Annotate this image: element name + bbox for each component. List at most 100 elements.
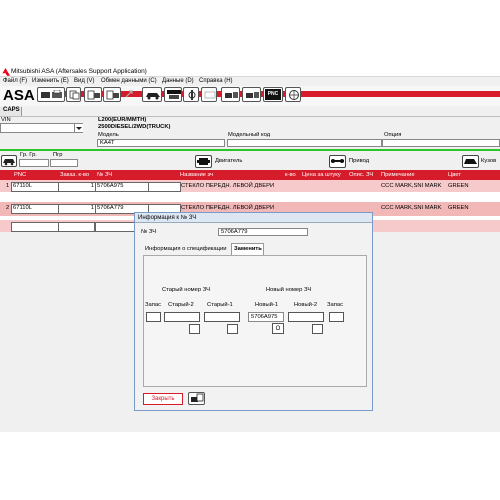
col-price[interactable]: Цена за штуку bbox=[302, 172, 341, 178]
vehicle-button[interactable] bbox=[142, 87, 162, 102]
old2-cell[interactable] bbox=[164, 312, 200, 322]
open-button[interactable] bbox=[37, 87, 65, 102]
pnc-list-icon bbox=[167, 90, 181, 99]
doc-left-button[interactable] bbox=[84, 87, 102, 102]
menu-file[interactable]: Файл (F) bbox=[3, 78, 27, 84]
mitsubishi-logo-icon bbox=[1, 68, 10, 76]
col-description[interactable]: Опис. ЗЧ bbox=[349, 172, 373, 178]
dialog-part-field: 5706A779 bbox=[218, 228, 308, 236]
col-order-qty[interactable]: Заказ. к-во bbox=[60, 172, 89, 178]
color: GREEN bbox=[448, 183, 469, 189]
stock-right-cell[interactable] bbox=[329, 312, 344, 322]
new1-detail-button[interactable]: O bbox=[272, 323, 284, 334]
model-code-field[interactable] bbox=[227, 139, 382, 147]
replace-panel: Старый номер ЗЧ Новый номер ЗЧ Запас Ста… bbox=[143, 255, 367, 387]
row-number: 1 bbox=[6, 183, 10, 189]
menu-bar: Файл (F) Изменить (E) Вид (V) Обмен данн… bbox=[0, 77, 500, 86]
doc-right-button[interactable] bbox=[103, 87, 121, 102]
vin-select[interactable] bbox=[0, 123, 83, 133]
pnc-button[interactable]: PNC bbox=[263, 87, 283, 102]
title-bar: Mitsubishi ASA (Aftersales Support Appli… bbox=[0, 67, 500, 77]
tools-button[interactable] bbox=[183, 87, 199, 102]
drive-button[interactable] bbox=[329, 155, 346, 168]
export-button[interactable] bbox=[242, 87, 261, 102]
col-part-no[interactable]: № ЗЧ bbox=[97, 172, 112, 178]
dialog-print-button[interactable] bbox=[188, 392, 205, 405]
document-icon bbox=[106, 90, 119, 100]
model-code-label: Модельный код bbox=[228, 132, 271, 138]
vehicle-group-button[interactable] bbox=[1, 155, 17, 167]
tab-spec-info[interactable]: Информация о спецификации bbox=[143, 244, 231, 255]
col-part-name[interactable]: Название зч bbox=[180, 172, 213, 178]
tools-icon bbox=[188, 90, 196, 100]
col-qty[interactable]: к-во bbox=[285, 172, 296, 178]
old-number-header: Старый номер ЗЧ bbox=[162, 287, 210, 293]
export-icon bbox=[246, 92, 259, 98]
folder-print-icon bbox=[41, 90, 62, 98]
globe-icon bbox=[289, 90, 299, 100]
print-button[interactable] bbox=[221, 87, 240, 102]
grid-icon bbox=[204, 91, 216, 99]
axle-icon bbox=[331, 159, 344, 163]
order-qty-cell[interactable] bbox=[58, 222, 95, 232]
model-field[interactable]: KA4T bbox=[97, 139, 225, 147]
empty-cell[interactable] bbox=[148, 182, 181, 192]
order-qty-cell[interactable]: 1 bbox=[58, 182, 97, 192]
new-number-header: Новый номер ЗЧ bbox=[266, 287, 312, 293]
print-icon bbox=[191, 393, 204, 402]
tab-replace[interactable]: Заменить bbox=[231, 243, 264, 255]
subgroup-field[interactable] bbox=[50, 159, 78, 167]
copy-icon bbox=[69, 90, 80, 100]
option-field[interactable] bbox=[382, 139, 500, 147]
menu-exchange[interactable]: Обмен данными (C) bbox=[101, 78, 157, 84]
pnc-cell[interactable]: 67110L bbox=[11, 204, 60, 214]
old1-cell[interactable] bbox=[204, 312, 240, 322]
menu-data[interactable]: Данные (D) bbox=[162, 78, 194, 84]
old2-detail-button[interactable] bbox=[189, 324, 200, 334]
engine-label[interactable]: Двигатель bbox=[215, 158, 242, 164]
tab-caps[interactable]: CAPS bbox=[0, 107, 22, 116]
drive-label[interactable]: Привод bbox=[349, 158, 369, 164]
engine-button[interactable] bbox=[195, 155, 212, 168]
stock-left-cell[interactable] bbox=[146, 312, 161, 322]
pnc-list-button[interactable] bbox=[164, 87, 182, 102]
old1-detail-button[interactable] bbox=[227, 324, 238, 334]
col-pnc[interactable]: PNC bbox=[14, 172, 26, 178]
globe-button[interactable] bbox=[285, 87, 301, 102]
close-button[interactable]: Закрыть bbox=[143, 393, 183, 405]
menu-edit[interactable]: Изменить (E) bbox=[32, 78, 69, 84]
note: CCC MARK,SNI MARK bbox=[381, 183, 442, 189]
dialog-title: Информация к № ЗЧ bbox=[138, 215, 197, 221]
disabled-button[interactable] bbox=[201, 87, 217, 102]
col-color[interactable]: Цвет bbox=[448, 172, 461, 178]
part-name: СТЕКЛО ПЕРЕДН. ЛЕВОЙ ДВЕРИ bbox=[181, 183, 275, 189]
new2-cell[interactable] bbox=[288, 312, 324, 322]
color: GREEN bbox=[448, 205, 469, 211]
group-label: Гр. Гр. bbox=[20, 152, 37, 158]
asa-window: Mitsubishi ASA (Aftersales Support Appli… bbox=[0, 67, 500, 432]
body-button[interactable] bbox=[462, 155, 479, 168]
old2-label: Старый-2 bbox=[168, 302, 194, 308]
window-title: Mitsubishi ASA (Aftersales Support Appli… bbox=[11, 68, 147, 75]
asa-logo: ASA bbox=[3, 87, 35, 104]
chevron-down-icon bbox=[76, 127, 82, 130]
group-field[interactable] bbox=[19, 159, 49, 167]
copy-button[interactable] bbox=[66, 87, 81, 102]
body-label[interactable]: Кузов bbox=[481, 158, 496, 164]
menu-help[interactable]: Справка (H) bbox=[199, 78, 233, 84]
arrow-icon bbox=[124, 89, 136, 101]
pnc-cell[interactable] bbox=[11, 222, 60, 232]
engine-icon bbox=[197, 158, 210, 165]
vehicle-line-1: L200(EUR/MMTH) bbox=[98, 117, 147, 123]
new2-detail-button[interactable] bbox=[312, 324, 323, 334]
vin-dropdown[interactable] bbox=[74, 124, 83, 132]
new1-label: Новый-1 bbox=[255, 302, 279, 308]
order-qty-cell[interactable]: 1 bbox=[58, 204, 97, 214]
new1-cell[interactable]: 5706A975 bbox=[248, 312, 284, 322]
table-row[interactable]: 1 67110L 1 5706A975 СТЕКЛО ПЕРЕДН. ЛЕВОЙ… bbox=[0, 180, 500, 192]
pnc-cell[interactable]: 67110L bbox=[11, 182, 60, 192]
car-icon bbox=[3, 159, 15, 166]
col-note[interactable]: Примечание bbox=[381, 172, 415, 178]
part-no-cell[interactable]: 5706A975 bbox=[95, 182, 150, 192]
menu-view[interactable]: Вид (V) bbox=[74, 78, 95, 84]
